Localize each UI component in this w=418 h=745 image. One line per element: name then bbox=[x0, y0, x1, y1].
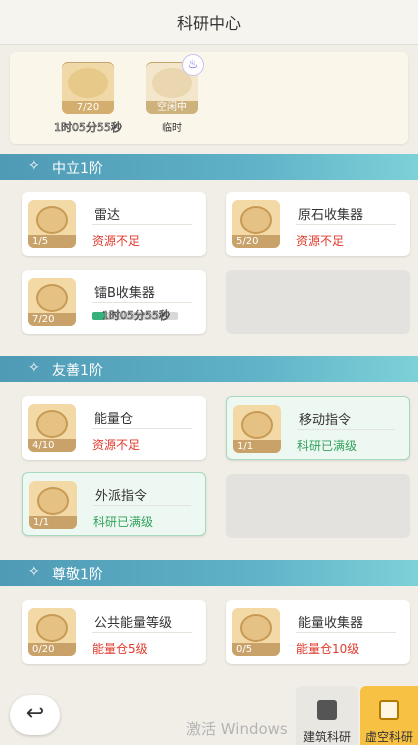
move-command-icon: 1/1 bbox=[233, 405, 281, 453]
sparkle-icon: ✧ bbox=[28, 564, 40, 580]
flame-icon: ♨ bbox=[182, 54, 204, 76]
research-card-energy-collector[interactable]: 0/5 能量收集器 能量仓10级 bbox=[226, 600, 410, 664]
research-list[interactable]: ✧ 中立1阶 1/5 雷达 资源不足 5/20 原石收集器 资源不足 7/20 … bbox=[0, 150, 418, 686]
research-card-radium-collector[interactable]: 7/20 镭B收集器 1时05分55秒 bbox=[22, 270, 206, 334]
research-card-move-command[interactable]: 1/1 移动指令 科研已满级 bbox=[226, 396, 410, 460]
card-status: 资源不足 bbox=[92, 438, 141, 452]
public-energy-icon: 0/20 bbox=[28, 608, 76, 656]
radar-icon: 1/5 bbox=[28, 200, 76, 248]
research-item-icon bbox=[68, 68, 108, 98]
research-card-dispatch-command[interactable]: 1/1 外派指令 科研已满级 bbox=[22, 472, 206, 536]
tab-label: 建筑科研 bbox=[302, 730, 351, 744]
back-arrow-icon: ↩ bbox=[25, 701, 45, 726]
back-button[interactable]: ↩ bbox=[10, 695, 60, 735]
card-status: 资源不足 bbox=[296, 234, 345, 248]
empty-card-slot bbox=[226, 270, 410, 334]
dispatch-command-icon: 1/1 bbox=[29, 481, 77, 529]
level-count: 5/20 bbox=[232, 235, 280, 248]
card-name: 移动指令 bbox=[299, 413, 352, 428]
research-card-radar[interactable]: 1/5 雷达 资源不足 bbox=[22, 192, 206, 256]
card-name: 能量收集器 bbox=[298, 616, 364, 631]
book-icon bbox=[317, 700, 337, 720]
queue-slot-count: 7/20 bbox=[62, 101, 114, 114]
tab-building-research[interactable]: 建筑科研 bbox=[296, 686, 358, 745]
queue-slot-timer: 1时05分55秒 bbox=[54, 121, 123, 135]
activation-watermark: 激活 Windows bbox=[186, 720, 288, 738]
card-name: 原石收集器 bbox=[298, 208, 364, 223]
page-title: 科研中心 bbox=[176, 14, 241, 33]
level-count: 4/10 bbox=[28, 439, 76, 452]
research-card-energy-storage[interactable]: 4/10 能量仓 资源不足 bbox=[22, 396, 206, 460]
sparkle-icon: ✧ bbox=[28, 360, 40, 376]
sparkle-icon: ✧ bbox=[28, 158, 40, 174]
queue-slot-status: 空闲中 bbox=[146, 101, 198, 114]
card-name: 公共能量等级 bbox=[94, 616, 173, 631]
level-count: 7/20 bbox=[28, 313, 76, 326]
section-title: 中立1阶 bbox=[52, 161, 103, 177]
bottom-bar: ↩ 激活 Windows 建筑科研 虚空科研 bbox=[0, 686, 418, 745]
queue-slot-sub: 临时 bbox=[162, 123, 182, 134]
card-name: 能量仓 bbox=[94, 412, 134, 427]
level-count: 1/1 bbox=[233, 440, 281, 453]
empty-card-slot bbox=[226, 474, 410, 538]
level-count: 1/1 bbox=[29, 516, 77, 529]
card-status: 资源不足 bbox=[92, 234, 141, 248]
level-count: 1/5 bbox=[28, 235, 76, 248]
section-title: 友善1阶 bbox=[52, 363, 103, 379]
card-status: 科研已满级 bbox=[297, 439, 358, 453]
research-queue: 7/20 1时05分55秒 空闲中 临时 ♨ bbox=[10, 52, 408, 144]
card-name: 雷达 bbox=[94, 208, 121, 223]
card-status: 科研已满级 bbox=[93, 515, 154, 529]
card-status: 能量仓5级 bbox=[92, 642, 148, 656]
research-timer: 1时05分55秒 bbox=[102, 309, 171, 323]
tab-label: 虚空科研 bbox=[364, 730, 413, 744]
energy-storage-icon: 4/10 bbox=[28, 404, 76, 452]
queue-slot-1[interactable]: 7/20 bbox=[62, 62, 114, 114]
energy-collector-icon: 0/5 bbox=[232, 608, 280, 656]
tab-void-research[interactable]: 虚空科研 bbox=[360, 686, 418, 745]
section-header-neutral: ✧ 中立1阶 bbox=[0, 154, 418, 180]
section-header-friendly: ✧ 友善1阶 bbox=[0, 356, 418, 382]
section-title: 尊敬1阶 bbox=[52, 567, 103, 583]
research-card-public-energy[interactable]: 0/20 公共能量等级 能量仓5级 bbox=[22, 600, 206, 664]
level-count: 0/20 bbox=[28, 643, 76, 656]
ore-collector-icon: 5/20 bbox=[232, 200, 280, 248]
card-status: 能量仓10级 bbox=[296, 642, 360, 656]
header-bar: 科研中心 bbox=[0, 0, 418, 45]
section-header-respect: ✧ 尊敬1阶 bbox=[0, 560, 418, 586]
cat-mask-icon bbox=[379, 700, 399, 720]
level-count: 0/5 bbox=[232, 643, 280, 656]
radium-collector-icon: 7/20 bbox=[28, 278, 76, 326]
card-name: 镭B收集器 bbox=[94, 286, 155, 301]
research-card-ore-collector[interactable]: 5/20 原石收集器 资源不足 bbox=[226, 192, 410, 256]
card-name: 外派指令 bbox=[95, 489, 148, 504]
